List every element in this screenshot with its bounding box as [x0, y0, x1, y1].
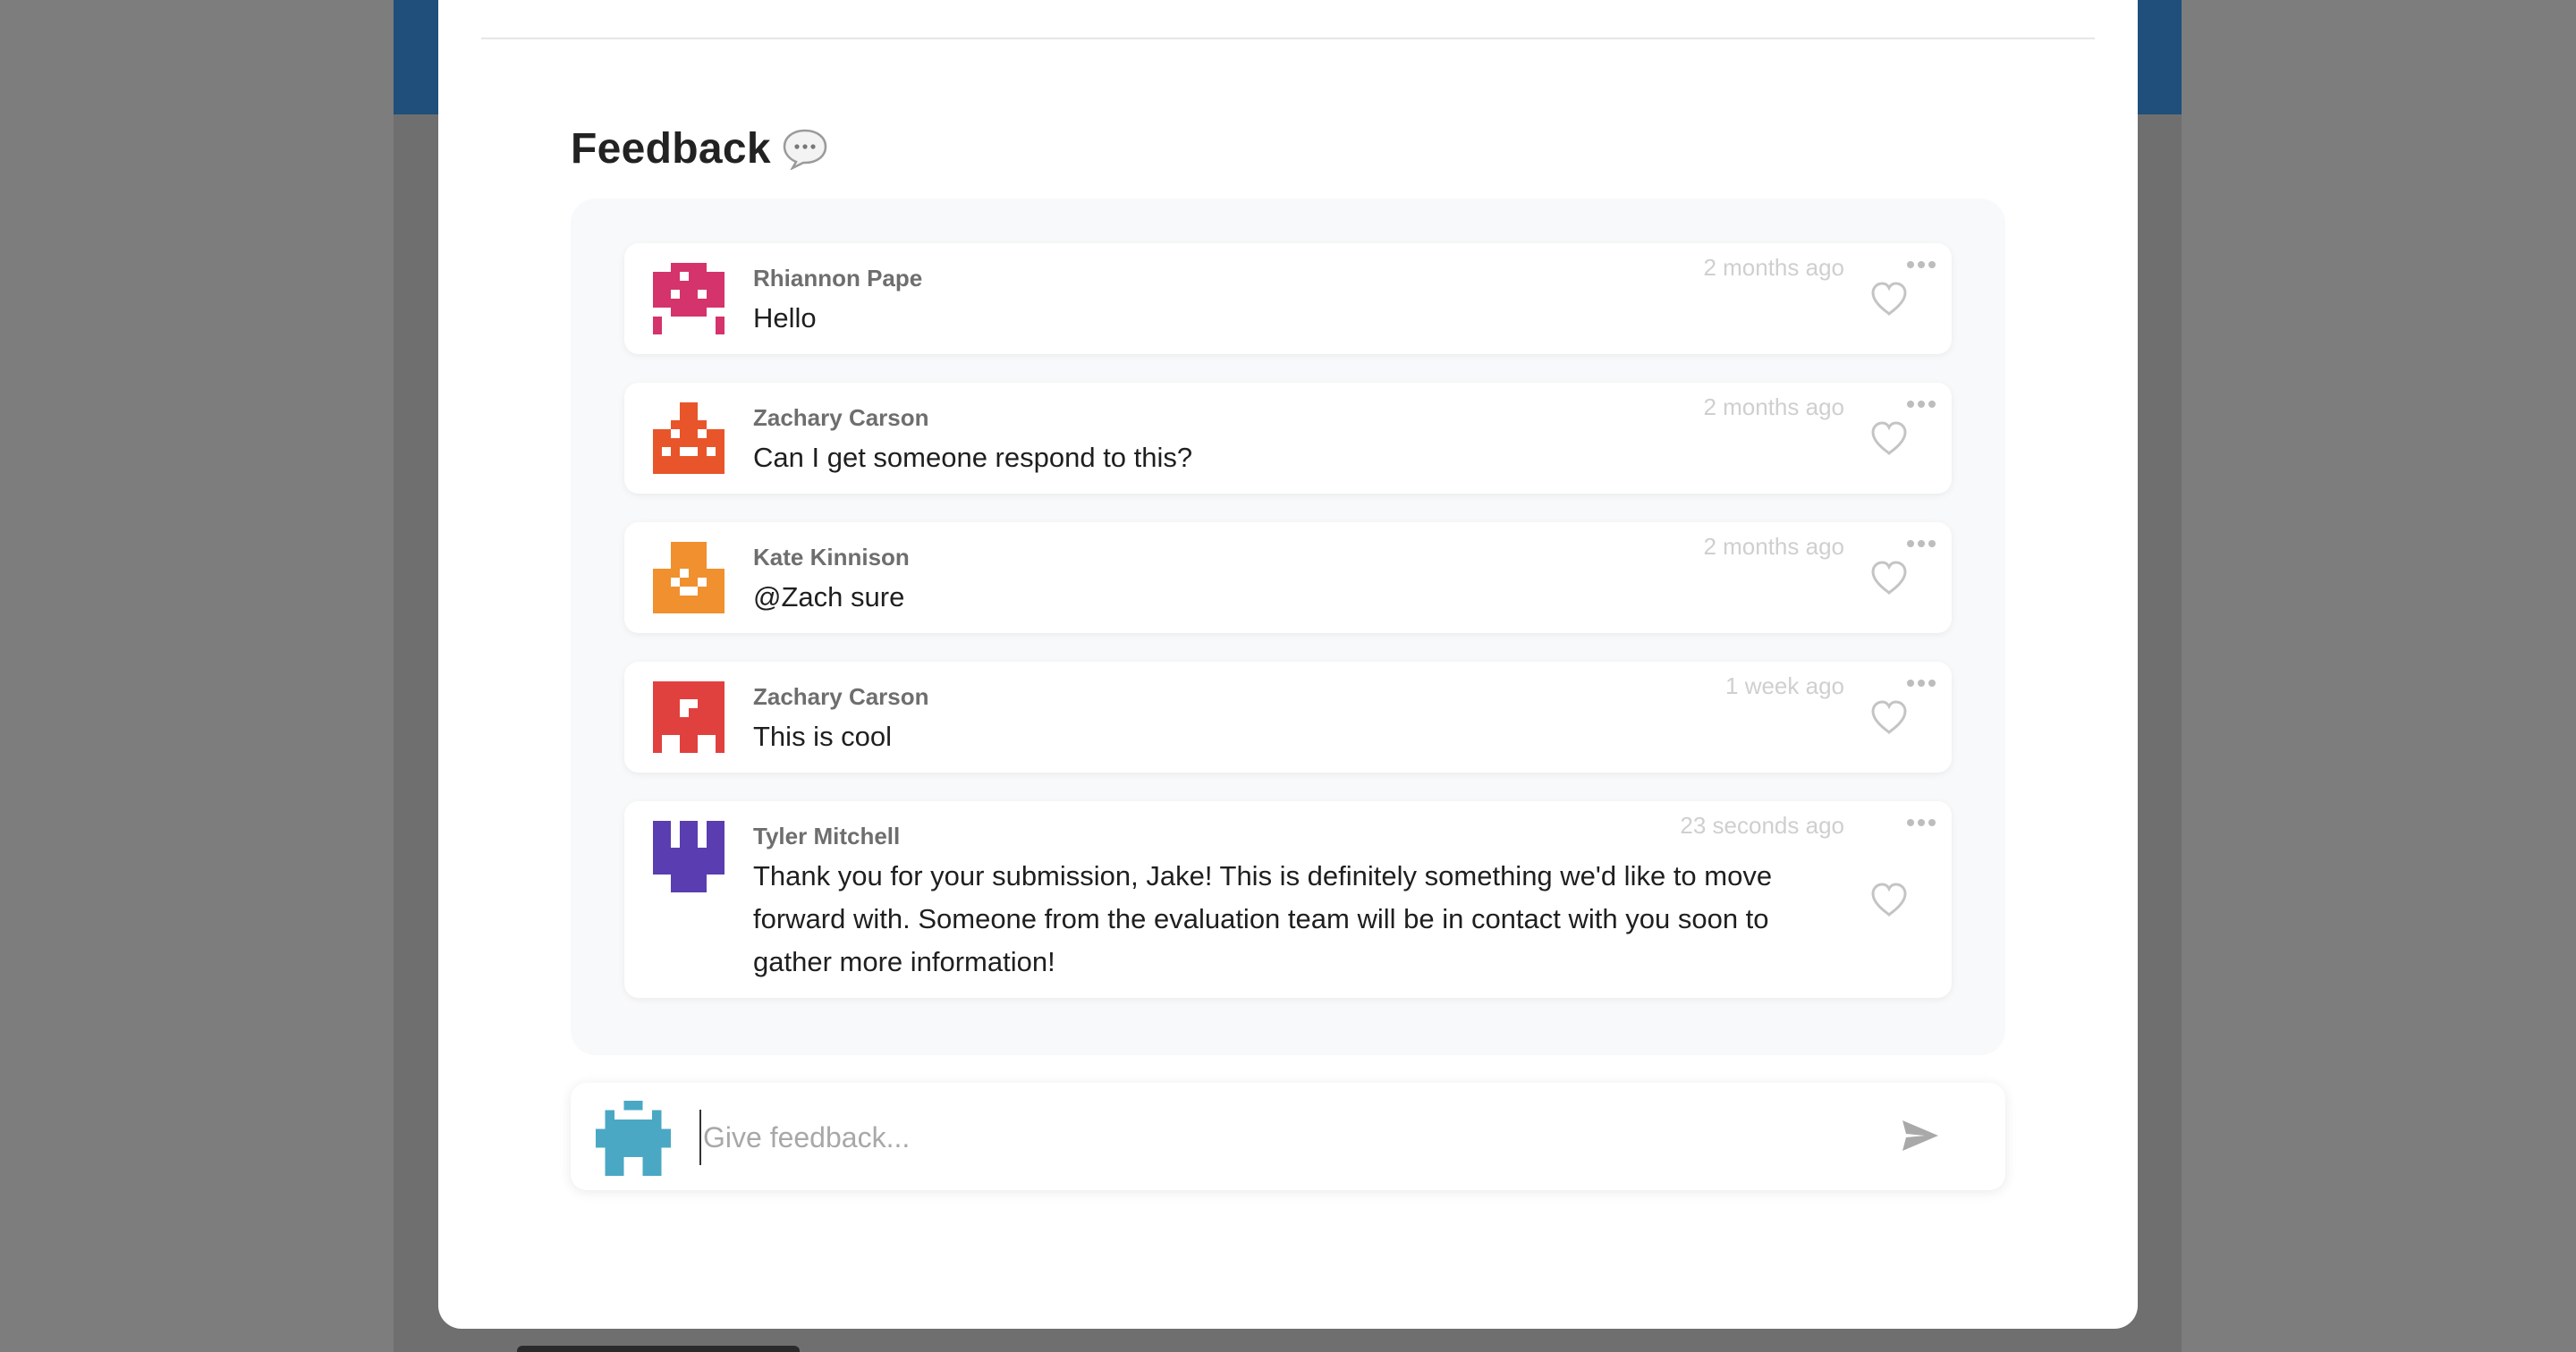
- more-options-icon[interactable]: [1903, 533, 1939, 554]
- comment-author: Zachary Carson: [753, 404, 929, 431]
- more-options-icon[interactable]: [1903, 812, 1939, 833]
- comment-card: Zachary Carson This is cool 1 week ago: [624, 662, 1952, 773]
- comment-author: Tyler Mitchell: [753, 823, 901, 849]
- comment-author: Rhiannon Pape: [753, 265, 923, 292]
- comment-timestamp: 23 seconds ago: [1680, 812, 1844, 839]
- comment-card: Zachary Carson Can I get someone respond…: [624, 383, 1952, 494]
- speech-bubble-icon: [782, 127, 828, 170]
- avatar-pixels: [653, 821, 724, 892]
- avatar-pixels: [653, 542, 724, 613]
- comment-text: @Zach sure: [753, 581, 905, 613]
- comment-author: Zachary Carson: [753, 683, 929, 710]
- comment-thread: Rhiannon Pape Hello 2 months ago Zachary…: [571, 199, 2005, 1055]
- background-bottom-bar: [517, 1346, 800, 1352]
- comment-timestamp: 1 week ago: [1725, 672, 1844, 699]
- comment-text: Hello: [753, 302, 817, 334]
- comment-card: Tyler Mitchell Thank you for your submis…: [624, 801, 1952, 998]
- more-options-icon[interactable]: [1903, 393, 1939, 415]
- avatar-pixels: [653, 681, 724, 753]
- like-heart-icon[interactable]: [1869, 882, 1909, 917]
- send-icon[interactable]: [1898, 1113, 1943, 1158]
- avatar: [653, 263, 724, 334]
- like-heart-icon[interactable]: [1869, 560, 1909, 596]
- modal-title-row: Feedback: [571, 116, 828, 181]
- more-options-icon[interactable]: [1903, 254, 1939, 275]
- avatar-pixels: [653, 402, 724, 474]
- modal-title: Feedback: [571, 124, 771, 173]
- comment-text: This is cool: [753, 721, 893, 752]
- like-heart-icon[interactable]: [1869, 281, 1909, 317]
- feedback-composer: [571, 1083, 2005, 1190]
- like-heart-icon[interactable]: [1869, 420, 1909, 456]
- avatar: [653, 821, 724, 892]
- avatar: [653, 542, 724, 613]
- avatar-pixels: [653, 263, 724, 334]
- current-user-avatar: [596, 1101, 671, 1176]
- feedback-input[interactable]: [699, 1110, 1832, 1165]
- avatar: [653, 681, 724, 753]
- comment-card: Rhiannon Pape Hello 2 months ago: [624, 243, 1952, 354]
- like-heart-icon[interactable]: [1869, 699, 1909, 735]
- comment-author: Kate Kinnison: [753, 544, 910, 570]
- comment-text: Can I get someone respond to this?: [753, 442, 1193, 473]
- avatar: [653, 402, 724, 474]
- comment-card: Kate Kinnison @Zach sure 2 months ago: [624, 522, 1952, 633]
- more-options-icon[interactable]: [1903, 672, 1939, 694]
- comment-timestamp: 2 months ago: [1703, 254, 1844, 281]
- modal-divider: [481, 38, 2095, 39]
- comment-timestamp: 2 months ago: [1703, 393, 1844, 420]
- avatar-pixels: [596, 1101, 671, 1176]
- comment-text: Thank you for your submission, Jake! Thi…: [753, 860, 1773, 977]
- comment-timestamp: 2 months ago: [1703, 533, 1844, 560]
